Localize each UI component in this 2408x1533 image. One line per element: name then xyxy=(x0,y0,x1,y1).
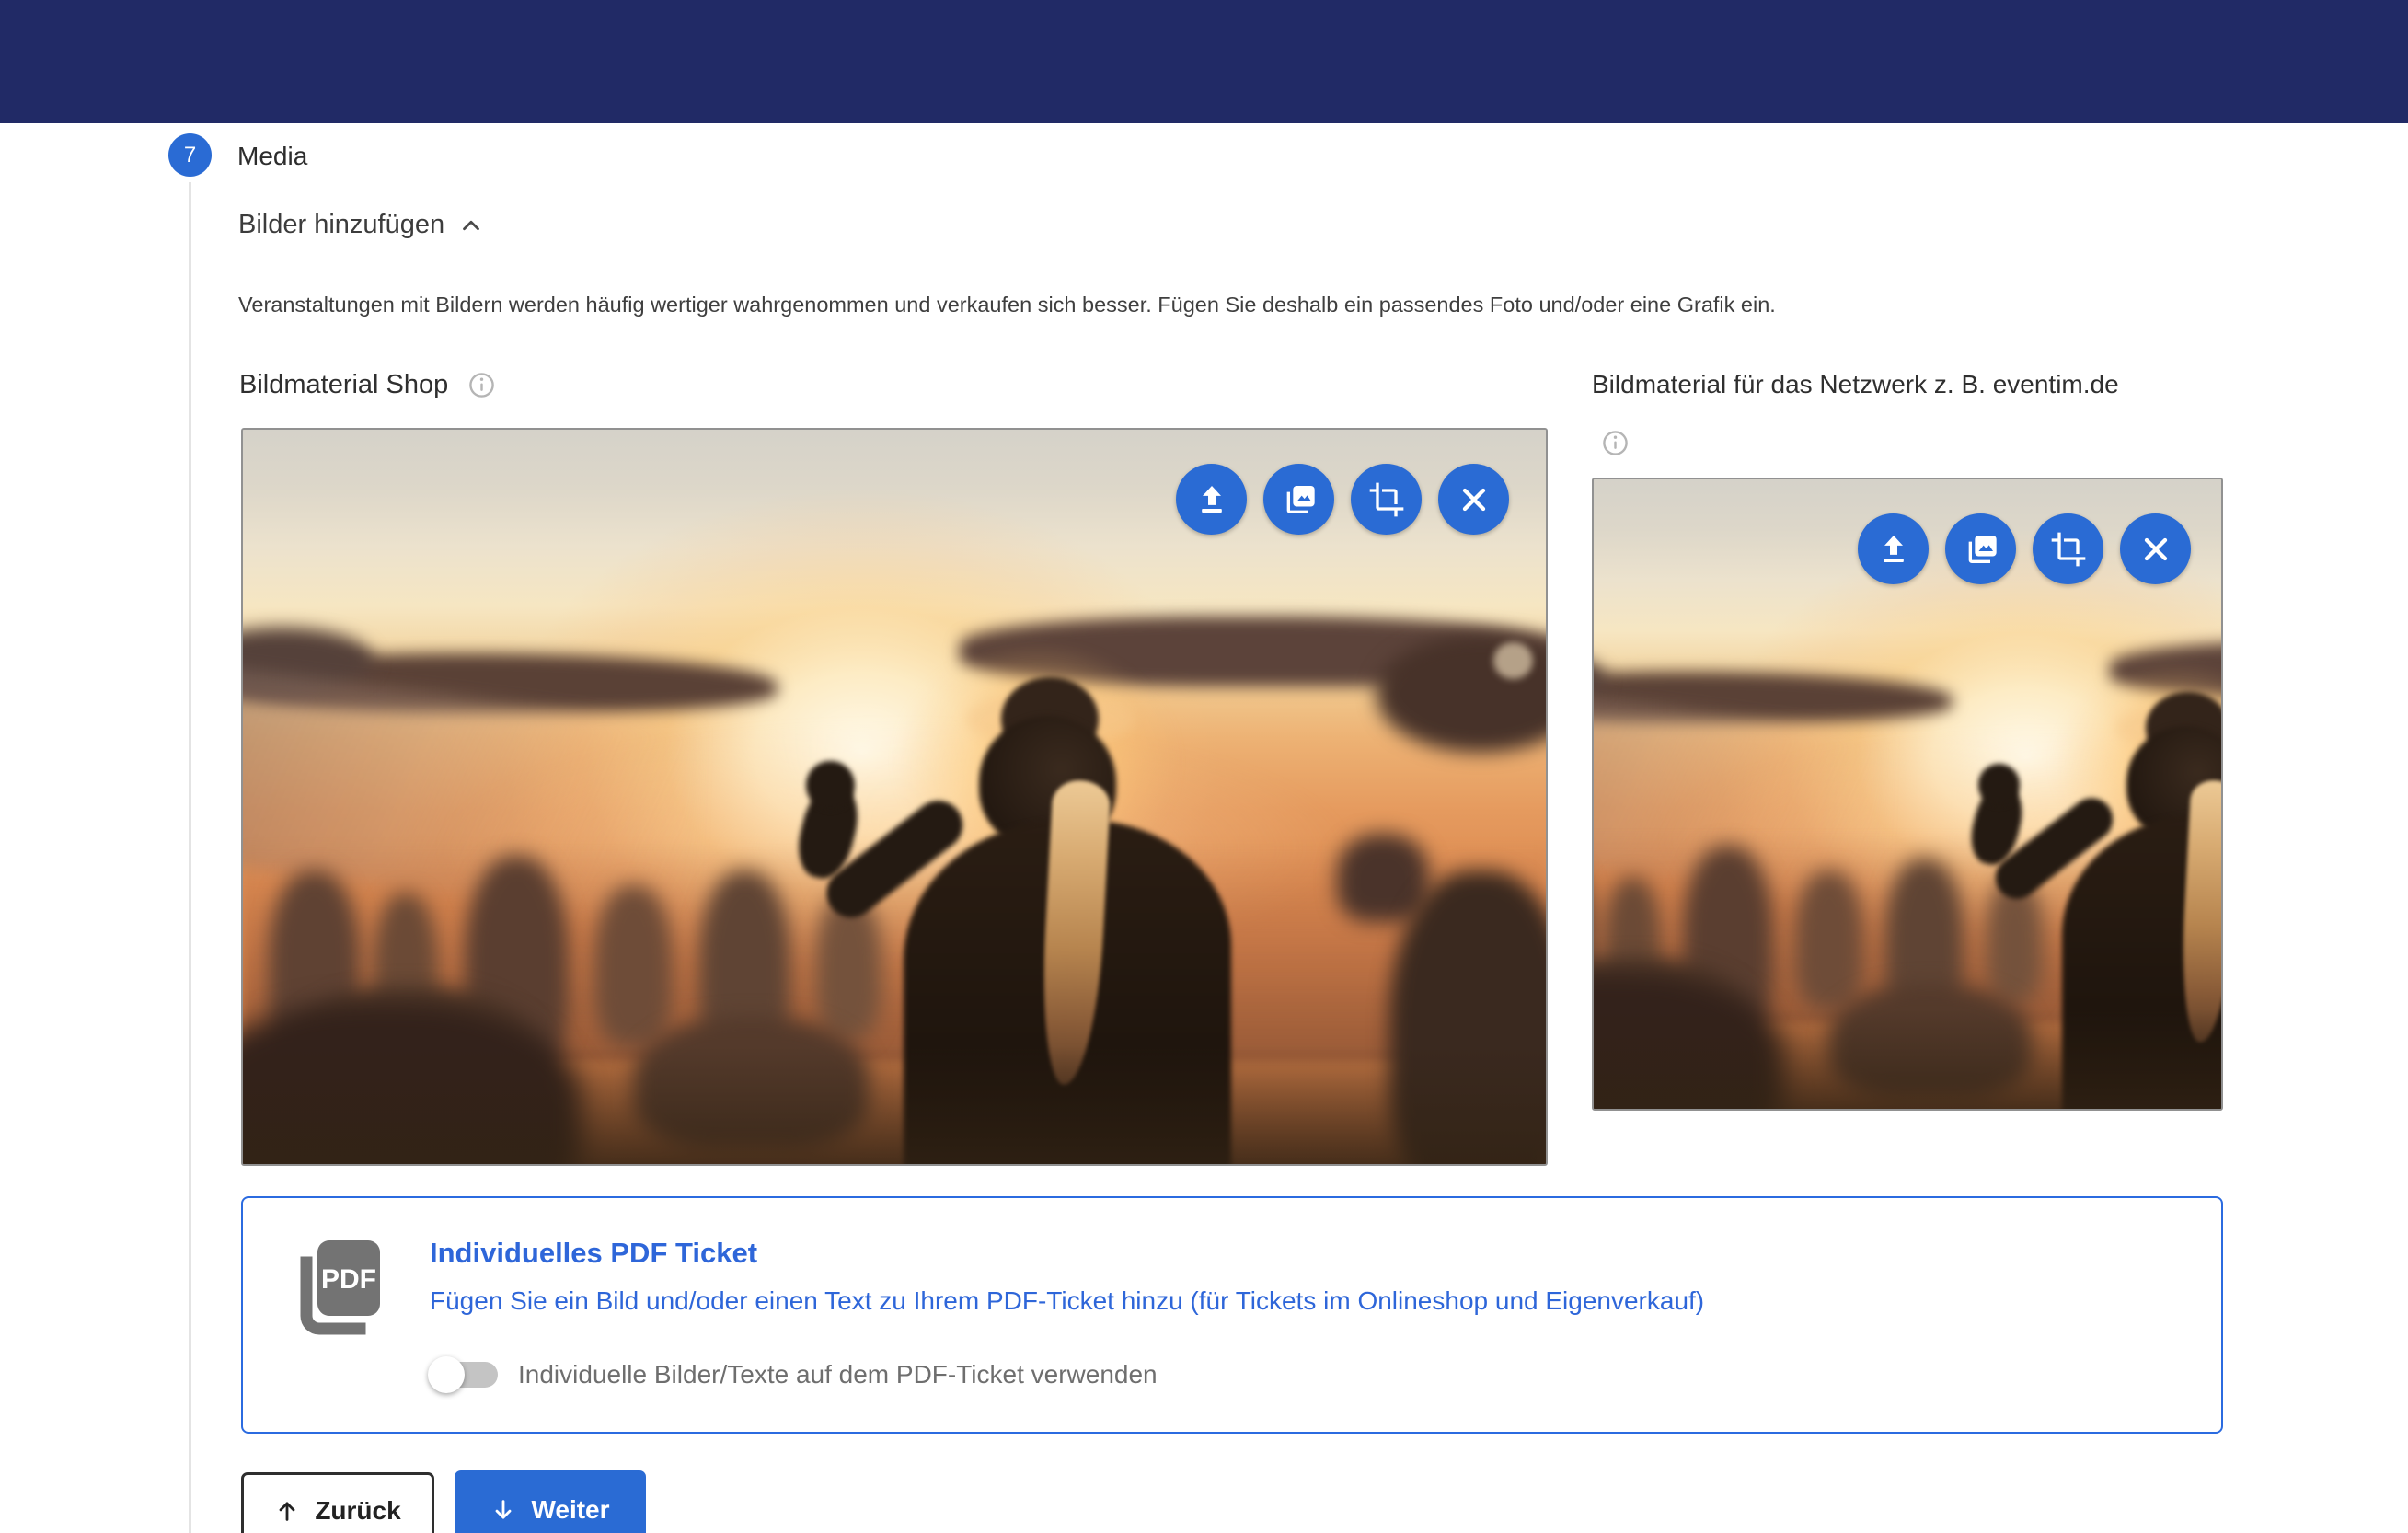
media-step-page: 7 Media Bilder hinzufügen Veranstaltunge… xyxy=(0,0,2408,1533)
app-header-bar xyxy=(0,0,2408,123)
pdf-ticket-toggle[interactable] xyxy=(430,1362,498,1388)
photo-decor xyxy=(1978,764,2021,806)
close-icon xyxy=(2137,531,2174,568)
photo-decor xyxy=(243,1046,1546,1164)
back-button-label: Zurück xyxy=(315,1496,400,1526)
next-button[interactable]: Weiter xyxy=(455,1470,646,1533)
photo-library-button[interactable] xyxy=(1263,464,1334,535)
event-photo xyxy=(243,430,1546,1164)
upload-icon xyxy=(1875,531,1912,568)
stepper-connector-line xyxy=(189,182,191,1533)
svg-text:PDF: PDF xyxy=(321,1264,376,1295)
crop-icon xyxy=(1368,481,1405,518)
remove-image-button[interactable] xyxy=(2120,513,2191,584)
pdf-ticket-title: Individuelles PDF Ticket xyxy=(430,1237,757,1270)
network-image-label-row: Bildmaterial für das Netzwerk z. B. even… xyxy=(1592,370,2119,399)
shop-image-label: Bildmaterial Shop xyxy=(239,370,448,400)
back-button[interactable]: Zurück xyxy=(241,1472,434,1533)
shop-image-preview[interactable] xyxy=(241,428,1548,1166)
step-indicator: 7 xyxy=(168,133,212,177)
toggle-knob[interactable] xyxy=(428,1356,465,1393)
next-button-label: Weiter xyxy=(531,1495,609,1525)
arrow-down-icon xyxy=(490,1497,516,1523)
crop-button[interactable] xyxy=(1351,464,1422,535)
shop-image-label-row: Bildmaterial Shop xyxy=(239,370,495,400)
upload-button[interactable] xyxy=(1858,513,1929,584)
photo-decor xyxy=(594,885,673,1047)
remove-image-button[interactable] xyxy=(1438,464,1509,535)
upload-button[interactable] xyxy=(1176,464,1247,535)
network-image-label: Bildmaterial für das Netzwerk z. B. even… xyxy=(1592,370,2119,399)
photo-library-icon xyxy=(1963,531,1999,568)
section-collapse-header[interactable]: Bilder hinzufügen xyxy=(238,210,485,240)
photo-decor xyxy=(1337,834,1428,922)
chevron-up-icon[interactable] xyxy=(457,212,485,239)
photo-library-icon xyxy=(1281,481,1318,518)
shop-image-actions xyxy=(1176,464,1509,535)
step-title: Media xyxy=(237,142,307,171)
photo-decor xyxy=(1493,642,1532,679)
upload-icon xyxy=(1193,481,1230,518)
info-icon[interactable] xyxy=(468,372,495,398)
network-image-actions xyxy=(1858,513,2191,584)
pdf-toggle-label: Individuelle Bilder/Texte auf dem PDF-Ti… xyxy=(518,1360,1158,1389)
photo-decor xyxy=(1795,870,1862,1009)
section-title: Bilder hinzufügen xyxy=(238,210,444,240)
step-number: 7 xyxy=(184,143,196,168)
pdf-toggle-row: Individuelle Bilder/Texte auf dem PDF-Ti… xyxy=(430,1360,1158,1389)
info-icon[interactable] xyxy=(1602,430,1629,456)
close-icon xyxy=(1456,481,1492,518)
crop-button[interactable] xyxy=(2033,513,2103,584)
photo-decor xyxy=(1592,1009,2223,1111)
arrow-up-icon xyxy=(274,1498,300,1524)
pdf-ticket-panel: PDF Individuelles PDF Ticket Fügen Sie e… xyxy=(241,1196,2223,1434)
section-description: Veranstaltungen mit Bildern werden häufi… xyxy=(238,293,2171,317)
pdf-ticket-description: Fügen Sie ein Bild und/oder einen Text z… xyxy=(430,1286,1704,1316)
photo-library-button[interactable] xyxy=(1945,513,2016,584)
network-image-preview[interactable] xyxy=(1592,478,2223,1111)
photo-decor xyxy=(806,761,855,810)
crop-icon xyxy=(2050,531,2087,568)
pdf-document-icon: PDF xyxy=(294,1237,386,1338)
